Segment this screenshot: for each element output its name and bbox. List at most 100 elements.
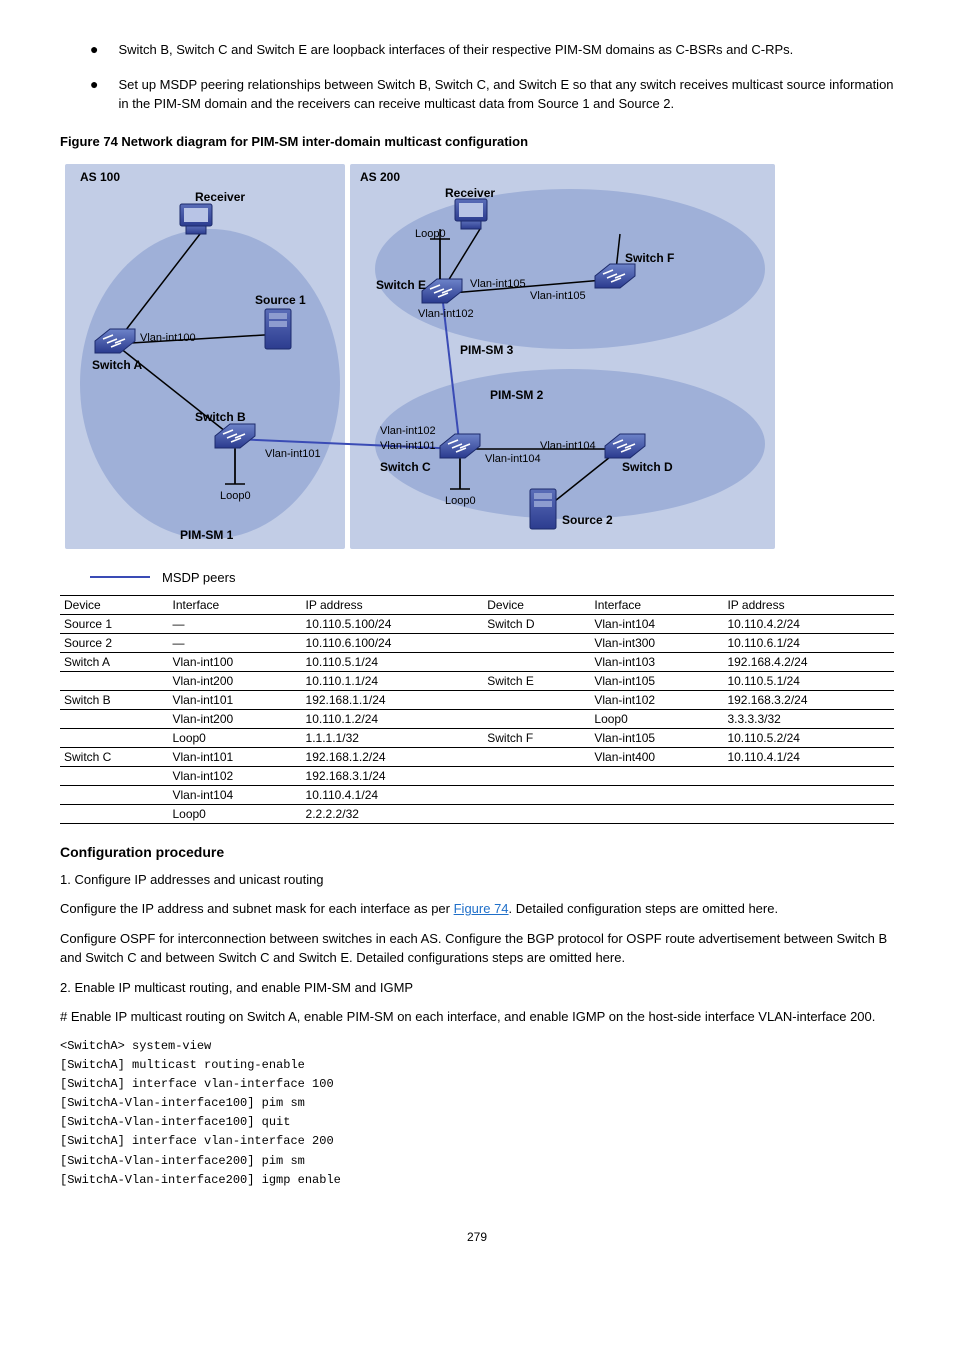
table-row: Loop02.2.2.2/32	[60, 804, 894, 823]
table-cell: 3.3.3.3/32	[723, 709, 894, 728]
table-cell: 10.110.4.1/24	[723, 747, 894, 766]
switchA-label: Switch A	[92, 358, 143, 372]
table-cell	[483, 709, 590, 728]
table-cell: 1.1.1.1/32	[302, 728, 484, 747]
table-header-cell: IP address	[302, 595, 484, 614]
vlan105-label-2: Vlan-int105	[530, 290, 586, 302]
table-row: Switch BVlan-int101192.168.1.1/24Vlan-in…	[60, 690, 894, 709]
legend: MSDP peers	[90, 570, 894, 585]
figure-title: Figure 74 Network diagram for PIM-SM int…	[60, 134, 894, 149]
pimsm3-label: PIM-SM 3	[460, 343, 514, 357]
loop0-label-3: Loop0	[415, 228, 446, 240]
table-cell: Loop0	[168, 728, 301, 747]
as200-label: AS 200	[360, 170, 400, 184]
table-cell: 10.110.4.1/24	[302, 785, 484, 804]
bullet-text: Set up MSDP peering relationships betwee…	[118, 75, 894, 114]
table-cell: —	[168, 633, 301, 652]
table-row: Vlan-int10410.110.4.1/24	[60, 785, 894, 804]
bullet-marker: ●	[90, 75, 98, 114]
pimsm1-label: PIM-SM 1	[180, 528, 234, 542]
table-cell: 192.168.1.2/24	[302, 747, 484, 766]
command-line: <SwitchA> system-view	[60, 1037, 894, 1056]
table-cell: Vlan-int100	[168, 652, 301, 671]
table-cell: Source 1	[60, 614, 168, 633]
msdp-line-icon	[90, 576, 150, 578]
table-cell: 10.110.1.2/24	[302, 709, 484, 728]
switchF-label: Switch F	[625, 251, 674, 265]
table-cell: Vlan-int200	[168, 671, 301, 690]
table-cell	[60, 804, 168, 823]
vlan105-label-1: Vlan-int105	[470, 278, 526, 290]
vlan104-label-2: Vlan-int104	[540, 440, 596, 452]
table-cell: Vlan-int102	[590, 690, 723, 709]
vlan102-label-1: Vlan-int102	[380, 425, 436, 437]
table-header-cell: Device	[483, 595, 590, 614]
table-row: Source 2—10.110.6.100/24Vlan-int30010.11…	[60, 633, 894, 652]
table-header-cell: Interface	[590, 595, 723, 614]
table-cell	[590, 766, 723, 785]
bullet-item: ● Switch B, Switch C and Switch E are lo…	[90, 40, 894, 60]
pimsm2-label: PIM-SM 2	[490, 388, 544, 402]
table-cell: 2.2.2.2/32	[302, 804, 484, 823]
step-1: 1. Configure IP addresses and unicast ro…	[60, 870, 894, 890]
command-line: [SwitchA-Vlan-interface100] pim sm	[60, 1094, 894, 1113]
table-cell: 10.110.5.1/24	[723, 671, 894, 690]
vlan101-label-1: Vlan-int101	[265, 448, 321, 460]
table-row: Switch AVlan-int10010.110.5.1/24Vlan-int…	[60, 652, 894, 671]
table-header-cell: Interface	[168, 595, 301, 614]
table-cell: Switch E	[483, 671, 590, 690]
table-cell: 192.168.3.1/24	[302, 766, 484, 785]
table-cell: 10.110.6.100/24	[302, 633, 484, 652]
table-cell	[60, 709, 168, 728]
table-header-cell: Device	[60, 595, 168, 614]
table-cell: Vlan-int104	[590, 614, 723, 633]
paragraph: Configure the IP address and subnet mask…	[60, 899, 894, 919]
table-cell: 10.110.5.1/24	[302, 652, 484, 671]
switchC-label: Switch C	[380, 460, 431, 474]
table-row: Loop01.1.1.1/32Switch FVlan-int10510.110…	[60, 728, 894, 747]
source1-label: Source 1	[255, 293, 306, 307]
table-cell	[483, 804, 590, 823]
table-cell: Vlan-int103	[590, 652, 723, 671]
table-cell	[723, 766, 894, 785]
table-cell	[60, 785, 168, 804]
table-cell	[590, 785, 723, 804]
vlan102-label-2: Vlan-int102	[418, 308, 474, 320]
table-cell: Vlan-int101	[168, 690, 301, 709]
table-cell	[483, 633, 590, 652]
comment-a: # Enable IP multicast routing on Switch …	[60, 1007, 894, 1027]
bullet-marker: ●	[90, 40, 98, 60]
table-cell: Vlan-int104	[168, 785, 301, 804]
para1a: Configure the IP address and subnet mask…	[60, 901, 454, 916]
table-cell: Switch D	[483, 614, 590, 633]
bullet-text: Switch B, Switch C and Switch E are loop…	[118, 40, 793, 60]
table-cell: 192.168.3.2/24	[723, 690, 894, 709]
table-cell	[723, 785, 894, 804]
table-cell: 10.110.6.1/24	[723, 633, 894, 652]
command-block: <SwitchA> system-view[SwitchA] multicast…	[60, 1037, 894, 1191]
paragraph: Configure OSPF for interconnection betwe…	[60, 929, 894, 968]
vlan101-label-2: Vlan-int101	[380, 440, 436, 452]
switchD-label: Switch D	[622, 460, 673, 474]
table-cell: 192.168.4.2/24	[723, 652, 894, 671]
table-row: Vlan-int20010.110.1.2/24Loop03.3.3.3/32	[60, 709, 894, 728]
table-cell	[60, 766, 168, 785]
table-row: Vlan-int20010.110.1.1/24Switch EVlan-int…	[60, 671, 894, 690]
network-diagram: AS 100 AS 200 Receiver Receiver Source 1	[60, 159, 894, 562]
table-cell: —	[168, 614, 301, 633]
table-cell	[483, 747, 590, 766]
command-line: [SwitchA-Vlan-interface200] pim sm	[60, 1152, 894, 1171]
table-cell	[723, 804, 894, 823]
as100-label: AS 100	[80, 170, 120, 184]
table-cell: Switch C	[60, 747, 168, 766]
table-cell: Vlan-int102	[168, 766, 301, 785]
table-cell	[60, 728, 168, 747]
receiver-label-2: Receiver	[445, 186, 495, 200]
table-cell: Switch B	[60, 690, 168, 709]
table-header-cell: IP address	[723, 595, 894, 614]
table-cell: 10.110.1.1/24	[302, 671, 484, 690]
receiver-label: Receiver	[195, 190, 245, 204]
table-cell: Vlan-int300	[590, 633, 723, 652]
table-cell: 10.110.5.100/24	[302, 614, 484, 633]
figure-link[interactable]: Figure 74	[454, 901, 509, 916]
